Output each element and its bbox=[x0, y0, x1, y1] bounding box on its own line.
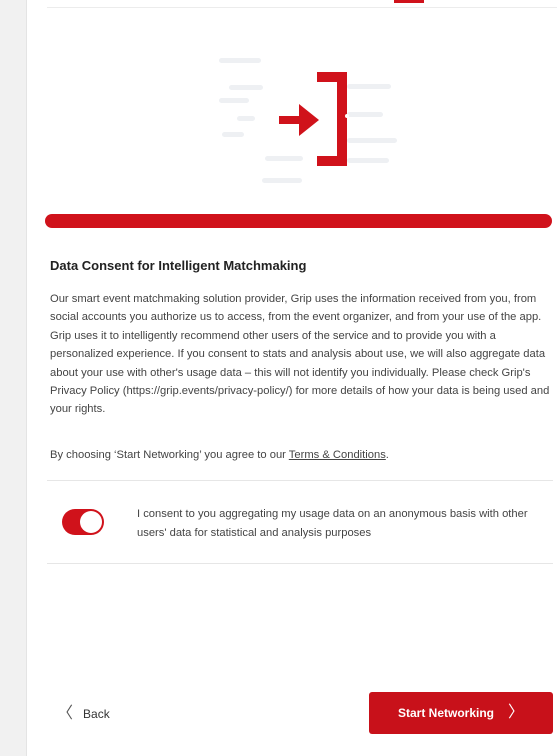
toggle-knob bbox=[80, 511, 102, 533]
top-divider bbox=[47, 7, 557, 8]
agree-suffix: . bbox=[385, 449, 389, 461]
divider-top bbox=[47, 480, 553, 481]
chevron-right-icon: 〉 bbox=[508, 704, 525, 721]
divider-bottom bbox=[47, 563, 553, 564]
progress-bar bbox=[45, 214, 552, 228]
left-panel-gutter bbox=[0, 0, 27, 756]
consent-toggle[interactable] bbox=[62, 509, 104, 535]
back-button[interactable]: 〈 Back bbox=[57, 700, 110, 728]
start-networking-label: Start Networking bbox=[397, 706, 494, 720]
terms-agreement-text: By choosing ‘Start Networking’ you agree… bbox=[50, 449, 555, 461]
start-networking-button[interactable]: Start Networking 〉 bbox=[369, 692, 553, 734]
terms-link[interactable]: Terms & Conditions bbox=[289, 449, 386, 461]
consent-title: Data Consent for Intelligent Matchmaking bbox=[50, 258, 307, 273]
agree-prefix: By choosing ‘Start Networking’ you agree… bbox=[50, 449, 289, 461]
consent-body: Our smart event matchmaking solution pro… bbox=[50, 293, 550, 416]
chevron-left-icon: 〈 bbox=[57, 705, 74, 722]
consent-toggle-label: I consent to you aggregating my usage da… bbox=[137, 508, 528, 539]
back-label: Back bbox=[83, 707, 110, 721]
consent-card: Data Consent for Intelligent Matchmaking… bbox=[27, 0, 557, 756]
login-arrow-bracket-icon bbox=[219, 58, 397, 183]
top-accent-tab bbox=[394, 0, 424, 3]
